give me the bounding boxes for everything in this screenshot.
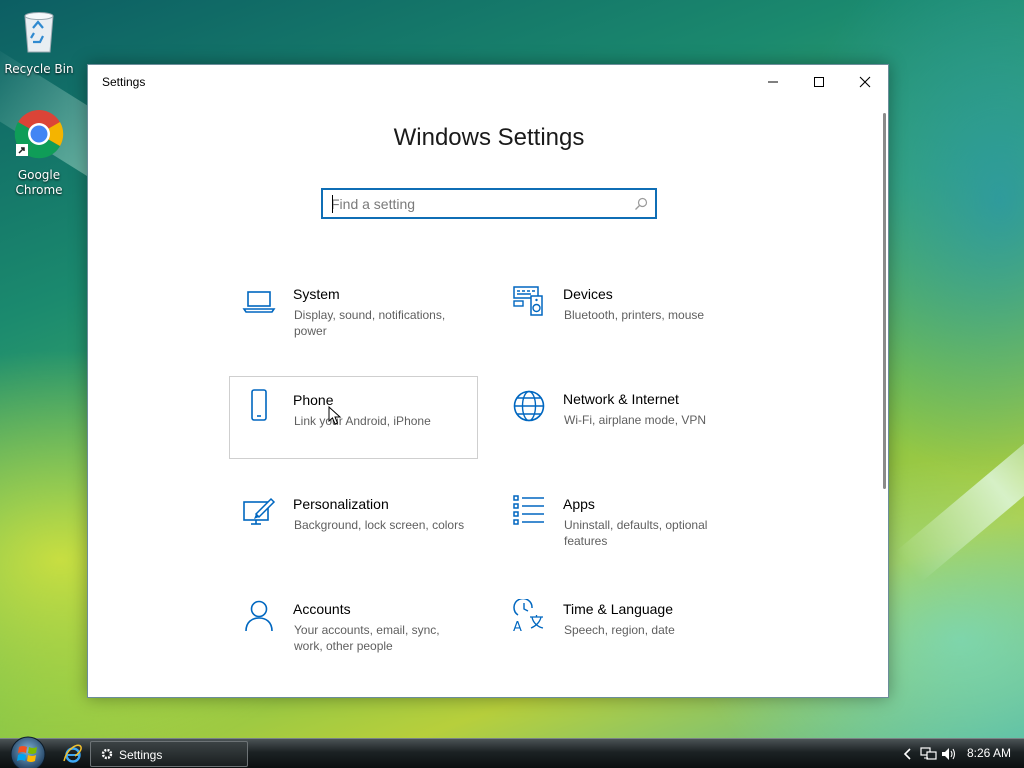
taskbar-button-label: Settings [119,748,163,762]
text-caret [332,195,333,213]
category-name: Apps [563,496,595,512]
globe-icon [512,389,546,423]
category-description: Your accounts, email, sync, work, other … [294,623,440,653]
network-tray-icon[interactable] [920,746,938,766]
maximize-button[interactable] [796,65,842,99]
category-time-language[interactable]: A Time & Language Speech, region, date [500,591,748,673]
page-title: Windows Settings [393,124,585,151]
phone-icon [242,389,276,423]
desktop-icon-label: Chrome [15,183,63,197]
show-hidden-icons-button[interactable] [903,746,913,765]
window-title: Settings [102,75,146,89]
title-bar[interactable]: Settings [88,65,888,99]
category-apps[interactable]: Apps Uninstall, defaults, optional featu… [500,486,748,568]
internet-explorer-icon [63,744,82,763]
category-name: Personalization [293,496,389,512]
desktop-icon-label: Google [17,168,61,182]
category-description: Speech, region, date [564,623,675,637]
minimize-button[interactable] [750,65,796,99]
category-description: Bluetooth, printers, mouse [564,308,705,322]
category-description: Link your Android, iPhone [294,414,431,428]
chrome-icon [1,108,77,164]
chevron-left-icon [903,748,911,760]
category-name: Network & Internet [563,391,679,407]
recycle-bin-icon [1,8,77,58]
internet-explorer-quicklaunch[interactable] [63,744,83,768]
close-icon [859,76,871,88]
search-box[interactable] [321,188,657,219]
close-button[interactable] [842,65,888,99]
category-description: Display, sound, notifications, power [294,308,446,338]
volume-tray-icon[interactable] [940,746,958,766]
windows-logo-icon [10,736,46,768]
time-language-icon: A [512,597,546,635]
search-icon[interactable] [634,196,648,215]
category-phone[interactable]: Phone Link your Android, iPhone [229,376,478,459]
desktop-icon-label: Recycle Bin [4,62,74,76]
category-network-internet[interactable]: Network & Internet Wi-Fi, airplane mode,… [500,381,748,463]
category-personalization[interactable]: Personalization Background, lock screen,… [230,486,478,568]
gear-icon [100,747,114,764]
google-chrome-desktop-icon[interactable]: Google Chrome [1,108,77,198]
category-description: Uninstall, defaults, optional features [564,518,708,548]
category-accounts[interactable]: Accounts Your accounts, email, sync, wor… [230,591,478,673]
clock[interactable]: 8:26 AM [967,746,1011,760]
svg-text:A: A [513,620,522,633]
category-name: System [293,286,340,302]
category-name: Devices [563,286,613,302]
paint-icon [242,494,276,528]
taskbar-settings-button[interactable]: Settings [90,741,248,767]
maximize-icon [814,77,824,87]
apps-list-icon [512,494,546,528]
category-name: Accounts [293,601,351,617]
person-icon [242,599,276,633]
minimize-icon [768,81,778,83]
laptop-icon [242,284,276,318]
category-system[interactable]: System Display, sound, notifications, po… [230,276,478,358]
taskbar: Settings 8:26 AM [0,735,1024,768]
settings-window: Settings Windows Settings System Display… [87,64,889,698]
wallpaper-streak [895,397,1024,583]
category-name: Time & Language [563,601,673,617]
category-devices[interactable]: Devices Bluetooth, printers, mouse [500,276,748,358]
start-button[interactable] [8,735,48,768]
scrollbar[interactable] [883,113,886,489]
devices-icon [512,284,546,318]
category-description: Wi-Fi, airplane mode, VPN [564,413,707,427]
mouse-cursor-icon [328,405,342,430]
recycle-bin-desktop-icon[interactable]: Recycle Bin [1,8,77,77]
category-description: Background, lock screen, colors [294,518,465,532]
search-input[interactable] [331,194,621,214]
